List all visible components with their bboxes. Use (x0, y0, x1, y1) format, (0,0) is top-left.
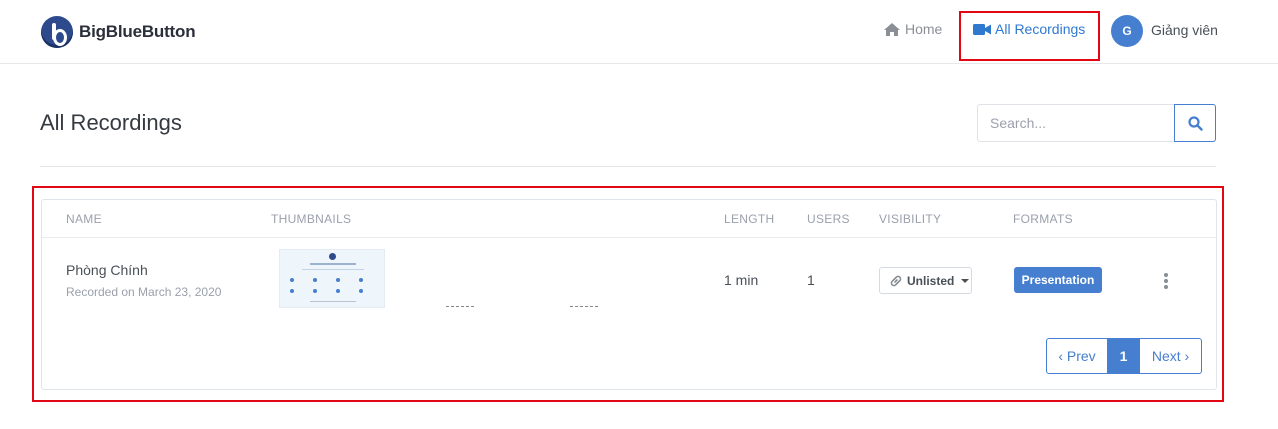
pagination-next-button[interactable]: Next › (1140, 338, 1202, 374)
pagination: ‹ Prev 1 Next › (1046, 338, 1202, 374)
recording-length: 1 min (724, 272, 759, 288)
nav-home-link[interactable]: Home (883, 21, 942, 37)
more-vertical-icon[interactable] (1160, 271, 1172, 291)
search-input[interactable] (977, 104, 1176, 142)
presentation-format-button[interactable]: Presentation (1014, 267, 1102, 293)
recording-users: 1 (807, 272, 815, 288)
chevron-down-icon (961, 278, 970, 283)
recording-date: Recorded on March 23, 2020 (66, 285, 222, 299)
thumbnail-logo-icon (329, 253, 336, 260)
column-header-length[interactable]: LENGTH (724, 212, 774, 226)
recording-name[interactable]: Phòng Chính (66, 262, 148, 278)
column-header-visibility: VISIBILITY (879, 212, 942, 226)
nav-home-label: Home (905, 21, 943, 37)
search-icon (1187, 115, 1203, 131)
recordings-table: NAME THUMBNAILS LENGTH USERS VISIBILITY … (41, 199, 1217, 390)
link-icon (890, 275, 902, 286)
column-header-name[interactable]: NAME (66, 212, 102, 226)
user-name[interactable]: Giảng viên (1151, 22, 1218, 38)
visibility-label: Unlisted (907, 273, 955, 288)
title-divider (40, 166, 1216, 167)
column-header-thumbnails: THUMBNAILS (271, 212, 352, 226)
user-avatar[interactable]: G (1111, 15, 1143, 47)
nav-all-recordings-link[interactable]: All Recordings (973, 21, 1085, 37)
search-button[interactable] (1174, 104, 1216, 142)
video-camera-icon (973, 23, 991, 35)
logo-text: BigBlueButton (79, 22, 196, 41)
bigbluebutton-logo-icon (41, 16, 73, 48)
thumbnail-placeholder (570, 306, 598, 307)
thumbnail-placeholder (446, 306, 474, 307)
pagination-prev-button[interactable]: ‹ Prev (1046, 338, 1108, 374)
pagination-page-1[interactable]: 1 (1108, 338, 1140, 374)
home-icon (884, 22, 900, 36)
page-title: All Recordings (40, 110, 182, 135)
top-navbar: BigBlueButton Home All Recordings G Giản… (0, 0, 1278, 64)
recording-thumbnail[interactable] (279, 249, 385, 308)
visibility-dropdown[interactable]: Unlisted (879, 267, 972, 294)
column-header-formats: FORMATS (1013, 212, 1073, 226)
header-divider (42, 237, 1216, 238)
bigbluebutton-logo[interactable]: BigBlueButton (41, 15, 196, 49)
column-header-users[interactable]: USERS (807, 212, 850, 226)
nav-all-recordings-label: All Recordings (995, 21, 1086, 37)
